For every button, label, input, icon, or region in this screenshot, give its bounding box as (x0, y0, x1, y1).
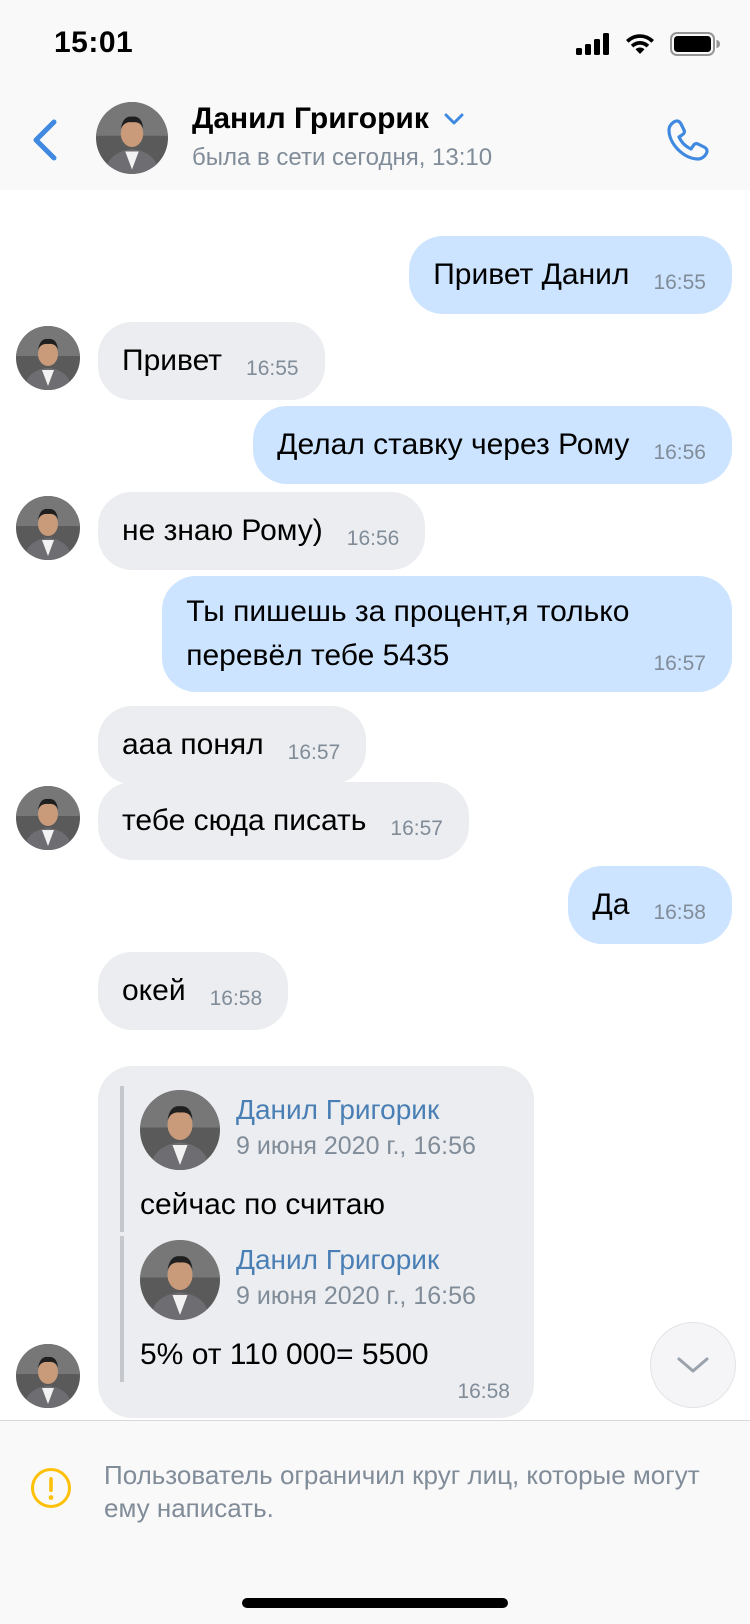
message-time: 16:55 (653, 271, 706, 294)
avatar (140, 1240, 220, 1320)
status-icons (576, 32, 720, 56)
message-text: тебе сюда писать (122, 804, 367, 837)
forwarded-author[interactable]: Данил Григорик (236, 1094, 439, 1126)
contact-name-text: Данил Григорик (192, 102, 429, 135)
back-button[interactable] (20, 112, 70, 168)
signal-icon (576, 33, 609, 55)
wifi-icon (626, 33, 654, 54)
message-text: окей (122, 974, 186, 1007)
avatar[interactable] (16, 326, 80, 390)
phone-icon (667, 119, 709, 161)
back-arrow-icon (33, 119, 57, 161)
message-time: 16:57 (390, 817, 443, 840)
message-incoming[interactable]: окей 16:58 (98, 952, 289, 1030)
avatar[interactable] (96, 102, 168, 174)
contact-status: была в сети сегодня, 13:10 (192, 144, 493, 171)
chat-header: Данил Григорик была в сети сегодня, 13:1… (0, 88, 750, 190)
forwarded-item[interactable]: Данил Григорик 9 июня 2020 г., 16:56 сей… (120, 1086, 500, 1232)
chevron-down-icon (444, 113, 464, 125)
message-text: Да (592, 888, 630, 921)
message-incoming[interactable]: не знаю Рому) 16:56 (98, 492, 426, 570)
message-time: 16:55 (246, 357, 299, 380)
contact-name[interactable]: Данил Григорик (192, 102, 465, 136)
forwarded-author[interactable]: Данил Григорик (236, 1244, 439, 1276)
message-time: 16:58 (457, 1380, 510, 1403)
forwarded-date: 9 июня 2020 г., 16:56 (236, 1282, 476, 1310)
forwarded-text: сейчас по считаю (140, 1188, 385, 1221)
message-time: 16:56 (653, 441, 706, 464)
message-time: 16:58 (209, 987, 263, 1010)
message-incoming[interactable]: Привет 16:55 (98, 322, 325, 400)
message-outgoing[interactable]: Да 16:58 (568, 866, 732, 944)
message-time: 16:57 (287, 741, 341, 764)
chevron-down-icon (677, 1357, 709, 1373)
avatar[interactable] (16, 786, 80, 850)
scroll-to-bottom-button[interactable] (650, 1322, 736, 1408)
message-outgoing[interactable]: Привет Данил 16:55 (409, 236, 732, 314)
message-incoming[interactable]: тебе сюда писать 16:57 (98, 782, 469, 860)
restriction-text: Пользователь ограничил круг лиц, которые… (104, 1460, 700, 1523)
message-time: 16:57 (653, 652, 706, 675)
message-text: Ты пишешь за процент,я только перевёл те… (186, 595, 630, 672)
message-outgoing[interactable]: Ты пишешь за процент,я только перевёл те… (162, 576, 732, 692)
forwarded-text: 5% от 110 000= 5500 (140, 1338, 429, 1371)
forwarded-date: 9 июня 2020 г., 16:56 (236, 1132, 476, 1160)
status-bar: 15:01 (0, 0, 750, 88)
avatar[interactable] (16, 1344, 80, 1408)
home-indicator[interactable] (242, 1598, 508, 1608)
message-text: не знаю Рому) (122, 514, 323, 547)
warning-icon (31, 1468, 71, 1508)
message-text: Привет Данил (433, 258, 630, 291)
message-text: Привет (122, 344, 223, 377)
message-text: ааа понял (122, 728, 264, 761)
forwarded-item[interactable]: Данил Григорик 9 июня 2020 г., 16:56 5% … (120, 1236, 500, 1382)
restriction-panel: Пользователь ограничил круг лиц, которые… (0, 1420, 750, 1624)
message-incoming[interactable]: ааа понял 16:57 (98, 706, 367, 784)
call-button[interactable] (660, 112, 716, 168)
message-outgoing[interactable]: Делал ставку через Рому 16:56 (253, 406, 732, 484)
message-text: Делал ставку через Рому (277, 428, 630, 461)
message-time: 16:56 (346, 527, 400, 550)
status-time: 15:01 (54, 26, 134, 59)
battery-icon (670, 32, 720, 56)
message-time: 16:58 (653, 901, 706, 924)
avatar[interactable] (16, 496, 80, 560)
forwarded-message-bubble[interactable]: Данил Григорик 9 июня 2020 г., 16:56 сей… (98, 1066, 534, 1418)
avatar (140, 1090, 220, 1170)
